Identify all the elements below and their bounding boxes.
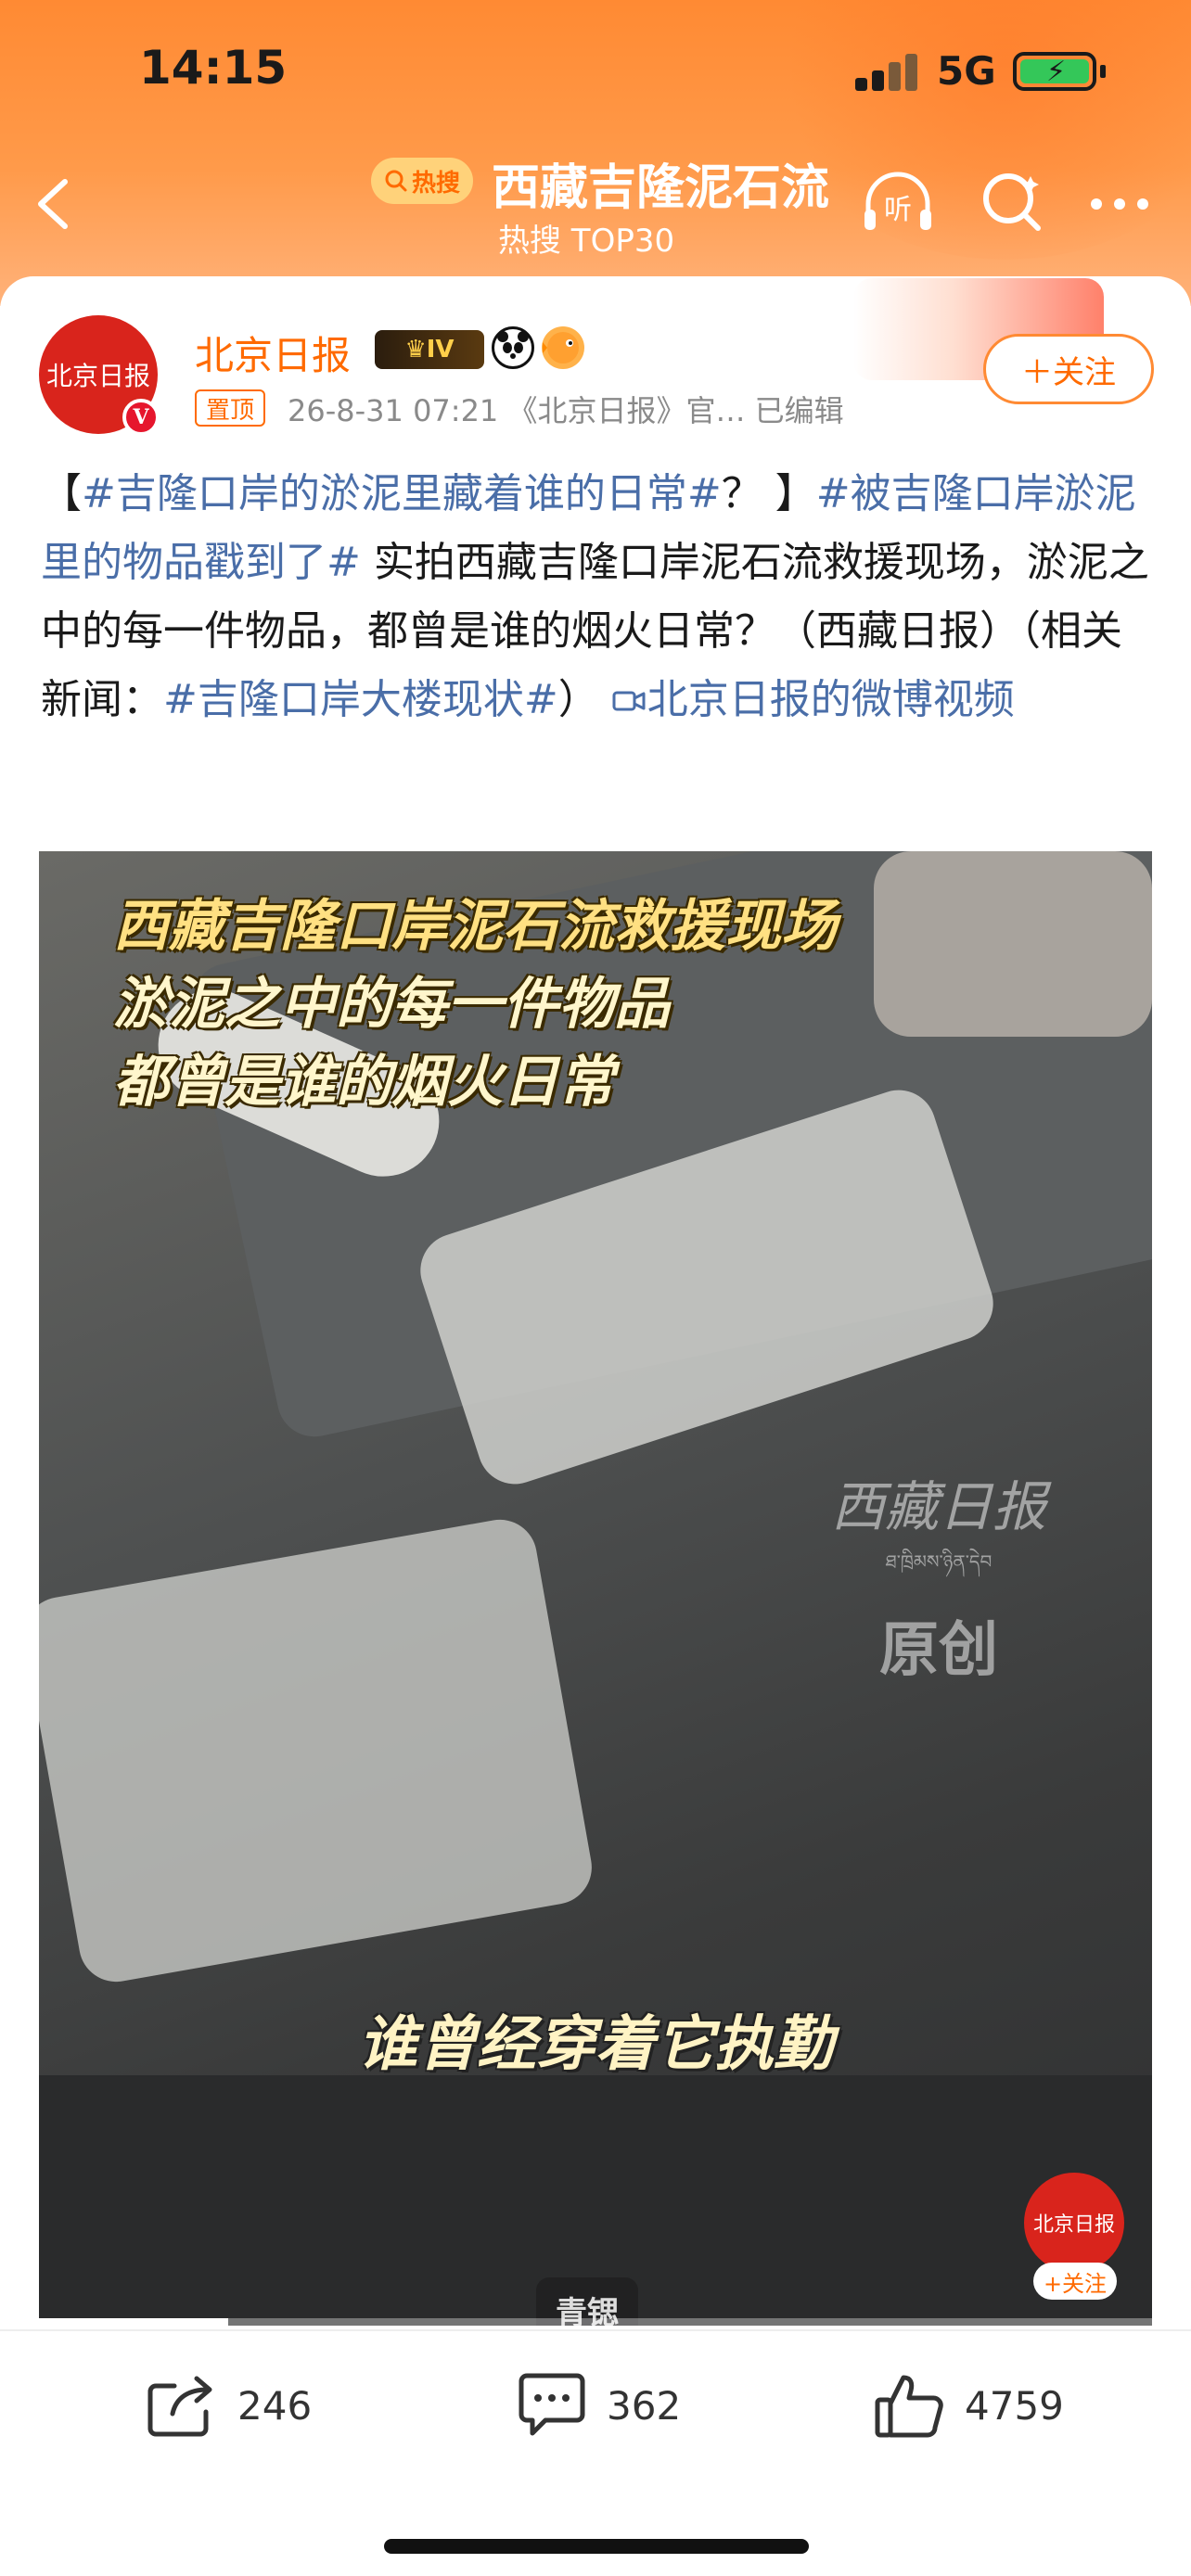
source-watermark: 西藏日报 ཐ་ཁྲིམས་ཉིན་དེབ 原创 <box>790 1463 1087 1688</box>
verified-icon: V <box>122 399 160 436</box>
share-icon <box>147 2376 212 2437</box>
more-icon[interactable] <box>1087 195 1152 213</box>
battery-icon: ⚡ <box>1013 52 1106 91</box>
hot-search-badge: 热搜 <box>371 158 473 204</box>
video-link[interactable]: 北京日报的微博视频 <box>612 676 1015 723</box>
follow-button[interactable]: ＋关注 <box>983 334 1154 404</box>
author-name[interactable]: 北京日报 <box>195 325 351 381</box>
search-icon[interactable] <box>979 169 1045 236</box>
hashtag-link[interactable]: #吉隆口岸的淤泥里藏着谁的日常# <box>82 470 722 517</box>
share-count: 246 <box>237 2382 313 2429</box>
video-author-avatar[interactable]: 北京日报 <box>1024 2173 1124 2273</box>
search-mini-icon <box>385 170 407 192</box>
video-frame-shade <box>39 1513 598 1988</box>
network-type: 5G <box>937 48 996 94</box>
vip-level: IV <box>426 336 455 363</box>
weibo-post-page: 14:15 5G ⚡ 热搜 西藏吉隆泥石流 热搜 TOP30 听 北京日报 V … <box>0 0 1191 2576</box>
video-overlay-line: 淤泥之中的每一件物品 <box>113 972 670 1037</box>
topic-rank: 热搜 TOP30 <box>498 223 675 260</box>
video-follow-button[interactable]: +关注 <box>1033 2263 1117 2300</box>
watermark-script: ཐ་ཁྲིམས་ཉིན་དེབ <box>885 1550 992 1573</box>
home-indicator[interactable] <box>384 2539 809 2554</box>
video-frame-shade <box>874 851 1152 1037</box>
video-camera-icon <box>612 691 646 711</box>
comment-icon <box>519 2373 585 2436</box>
post-text-part: 【 <box>41 470 82 517</box>
video-subtitle: 谁曾经穿着它执勤 <box>358 2010 833 2079</box>
comment-button[interactable]: 362 <box>518 2368 681 2442</box>
video-overlay-line: 西藏吉隆口岸泥石流救援现场 <box>113 894 837 959</box>
video-link-label: 北京日报的微博视频 <box>647 676 1015 723</box>
thumbs-up-icon <box>875 2375 943 2438</box>
hot-search-badge-label: 热搜 <box>411 169 460 198</box>
pufferfish-icon <box>542 326 584 369</box>
video-progress-fill <box>39 2318 228 2326</box>
video-overlay-line: 都曾是谁的烟火日常 <box>113 1050 614 1115</box>
hashtag-link[interactable]: #吉隆口岸大楼现状# <box>163 676 558 723</box>
watermark-logo: 西藏日报 <box>830 1475 1046 1538</box>
watermark-original: 原创 <box>879 1616 998 1685</box>
listen-icon[interactable]: 听 <box>861 169 935 236</box>
panda-icon <box>492 326 534 369</box>
post-text-part: ） <box>557 676 599 723</box>
post-body: 【#吉隆口岸的淤泥里藏着谁的日常#？ 】#被吉隆口岸淤泥里的物品戳到了# 实拍西… <box>41 460 1154 734</box>
vip-crown-badge: ♛ IV <box>375 330 484 369</box>
post-meta: 26-8-31 07:21 《北京日报》官… 已编辑 <box>288 393 844 428</box>
pinned-badge: 置顶 <box>195 389 266 427</box>
comment-count: 362 <box>607 2382 682 2429</box>
author-avatar[interactable]: 北京日报 V <box>39 315 160 436</box>
video-progress-bar[interactable] <box>39 2318 1152 2326</box>
header-glow <box>764 0 1191 260</box>
topic-title[interactable]: 西藏吉隆泥石流 <box>492 148 829 218</box>
listen-label: 听 <box>884 194 912 226</box>
hot-topic-header: 14:15 5G ⚡ 热搜 西藏吉隆泥石流 热搜 TOP30 听 <box>0 0 1191 306</box>
video-player[interactable]: 西藏吉隆口岸泥石流救援现场 淤泥之中的每一件物品 都曾是谁的烟火日常 西藏日报 … <box>39 851 1152 2326</box>
like-count: 4759 <box>965 2382 1064 2429</box>
signal-icon <box>855 54 920 91</box>
like-button[interactable]: 4759 <box>874 2368 1064 2442</box>
status-time: 14:15 <box>139 41 288 95</box>
back-icon[interactable] <box>32 176 72 232</box>
avatar-logo-text: 北京日报 <box>45 361 150 391</box>
post-text-part: ？ 】 <box>721 470 816 517</box>
share-button[interactable]: 246 <box>147 2368 312 2442</box>
